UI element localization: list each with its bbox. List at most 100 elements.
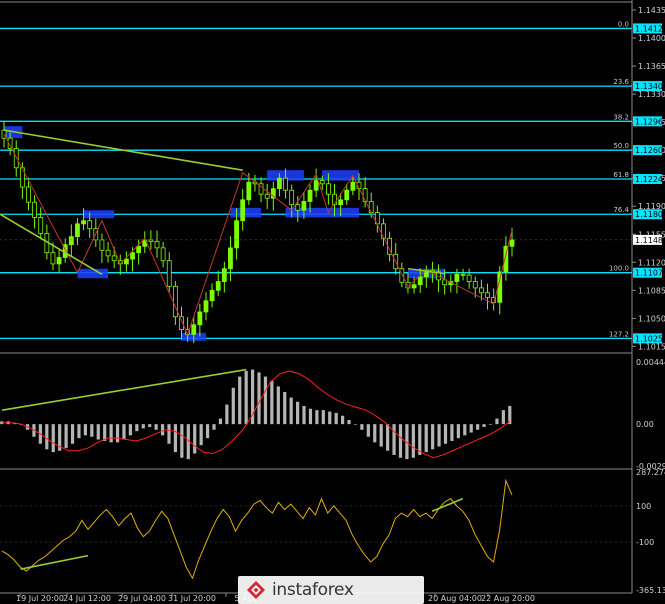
- price-tick-label: 1.1085: [638, 286, 665, 295]
- candle-body: [99, 239, 105, 251]
- candle-body: [166, 260, 172, 287]
- macd-histogram-bar: [70, 424, 75, 444]
- fib-price-tag-label: 1.1296: [635, 117, 663, 126]
- candle-body: [50, 252, 56, 265]
- macd-histogram-bar: [154, 424, 158, 430]
- macd-histogram-bar: [366, 424, 370, 437]
- fib-price-tag-label: 1.1224: [635, 175, 663, 184]
- candle-body: [246, 181, 252, 201]
- candle-body: [307, 189, 313, 202]
- fib-level-percent: 76.4: [613, 206, 629, 214]
- macd-histogram-bar: [360, 424, 364, 430]
- candle-body: [136, 245, 142, 254]
- fib-level-percent: 0.0: [618, 20, 629, 28]
- macd-histogram-bar: [257, 372, 261, 425]
- macd-histogram-bar: [308, 408, 313, 425]
- macd-histogram-bar: [476, 424, 480, 430]
- time-tick-label: 19 Jul 20:00: [16, 594, 64, 603]
- macd-histogram-bar: [411, 424, 415, 458]
- macd-histogram-bar: [160, 424, 165, 436]
- candle-body: [338, 199, 344, 206]
- macd-histogram-bar: [148, 424, 152, 427]
- candle-body: [197, 311, 203, 326]
- fib-level-percent: 23.6: [613, 78, 629, 86]
- macd-histogram-bar: [141, 424, 145, 429]
- fib-price-tag-label: 1.1180: [635, 210, 663, 219]
- candle-body: [160, 247, 166, 262]
- macd-histogram-bar: [283, 391, 287, 425]
- instaforex-watermark: instaforex: [238, 576, 424, 604]
- macd-histogram-bar: [244, 370, 248, 425]
- candle-body: [295, 204, 301, 211]
- macd-histogram-bar: [424, 424, 428, 453]
- macd-histogram-bar: [64, 424, 68, 448]
- fib-price-tag-label: 1.1412: [635, 24, 663, 33]
- time-tick-label: 22 Aug 20:00: [481, 594, 535, 603]
- candle-body: [124, 258, 129, 265]
- fib-level-percent: 50.0: [613, 142, 629, 150]
- candle-body: [301, 201, 307, 211]
- macd-histogram-bar: [353, 424, 358, 425]
- macd-histogram-bar: [173, 424, 178, 453]
- macd-histogram-bar: [263, 376, 268, 425]
- price-tick-label: 1.1330: [638, 90, 665, 99]
- candle-body: [75, 223, 80, 238]
- macd-histogram-bar: [238, 376, 242, 425]
- candle-body: [38, 217, 44, 234]
- candle-body: [130, 252, 135, 260]
- macd-histogram-bar: [289, 397, 293, 425]
- highlight-box: [83, 210, 115, 219]
- macd-histogram-bar: [347, 419, 351, 425]
- macd-histogram-bar: [437, 424, 441, 447]
- candle-body: [234, 220, 239, 249]
- macd-histogram-bar: [482, 424, 486, 427]
- macd-histogram-bar: [83, 424, 87, 436]
- macd-histogram-bar: [295, 401, 300, 425]
- chart-canvas: 1.14351.14001.13651.13301.12951.12601.12…: [0, 0, 665, 604]
- candle-body: [111, 255, 117, 262]
- candle-body: [350, 181, 356, 191]
- macd-histogram-bar: [51, 424, 55, 453]
- macd-histogram-bar: [270, 380, 274, 425]
- candle-body: [277, 177, 282, 190]
- candle-body: [191, 324, 197, 335]
- candle-body: [105, 249, 111, 257]
- candle-body: [215, 281, 221, 291]
- candle-body: [209, 289, 215, 302]
- highlight-box: [230, 207, 262, 218]
- macd-histogram-bar: [321, 410, 325, 425]
- candle-body: [344, 189, 350, 201]
- macd-histogram-bar: [193, 424, 197, 454]
- instaforex-logo-icon: [247, 581, 265, 599]
- price-tick-label: 1.1365: [638, 62, 665, 71]
- fib-price-tag-label: 1.1107: [635, 269, 663, 278]
- macd-histogram-bar: [456, 424, 460, 439]
- candle-body: [56, 257, 62, 265]
- macd-histogram-bar: [167, 424, 171, 444]
- fib-level-percent: 38.2: [613, 113, 629, 121]
- macd-histogram-bar: [469, 424, 473, 433]
- candle-body: [454, 273, 460, 282]
- macd-histogram-bar: [205, 424, 210, 439]
- candle-body: [221, 268, 227, 282]
- macd-histogram-bar: [495, 418, 499, 425]
- candle-body: [203, 300, 209, 313]
- macd-histogram-bar: [328, 411, 332, 425]
- fib-level-percent: 100.0: [609, 265, 629, 273]
- current-price-label: 1.1148: [635, 236, 663, 245]
- candle-body: [411, 284, 417, 289]
- candle-body: [68, 236, 74, 246]
- highlight-box: [322, 170, 359, 181]
- macd-histogram-bar: [386, 424, 390, 451]
- macd-histogram-bar: [96, 424, 100, 440]
- candle-body: [289, 189, 295, 206]
- time-tick-label: 20 Aug 04:00: [428, 594, 482, 603]
- macd-histogram-bar: [341, 415, 345, 425]
- cci-scale-label: -100: [636, 538, 654, 547]
- chart-background: [0, 0, 665, 604]
- macd-histogram-bar: [450, 424, 454, 441]
- macd-histogram-bar: [443, 424, 448, 444]
- macd-histogram-bar: [463, 424, 467, 436]
- macd-histogram-bar: [334, 412, 338, 425]
- macd-histogram-bar: [315, 410, 319, 425]
